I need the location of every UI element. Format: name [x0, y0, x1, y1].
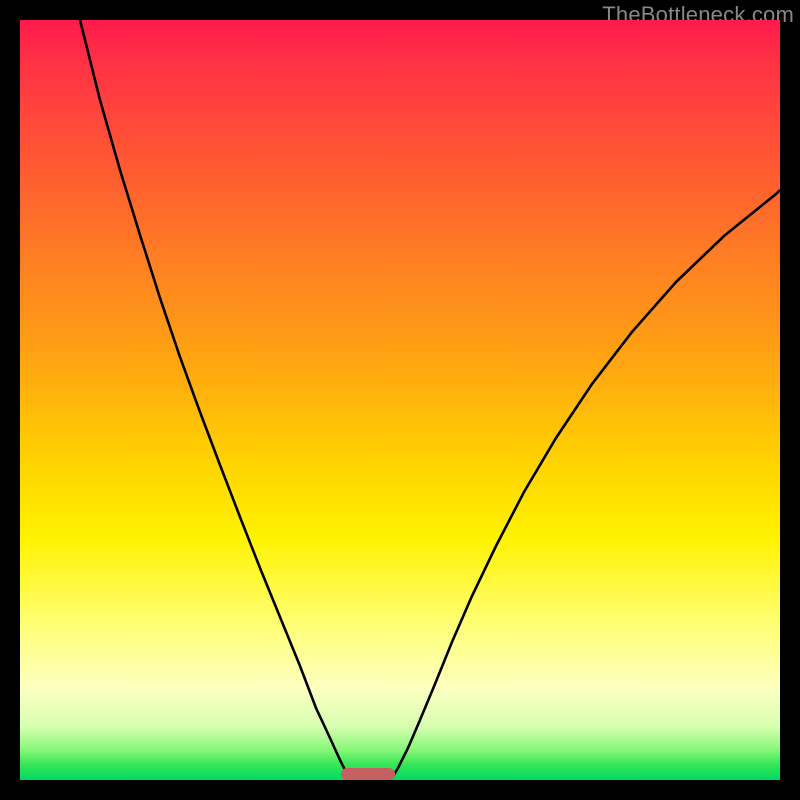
right-curve-path: [392, 190, 780, 778]
chart-wrapper: TheBottleneck.com: [0, 0, 800, 800]
curve-svg: [20, 20, 780, 780]
bottleneck-marker: [341, 768, 395, 780]
plot-area: [20, 20, 780, 780]
left-curve-path: [80, 20, 350, 778]
